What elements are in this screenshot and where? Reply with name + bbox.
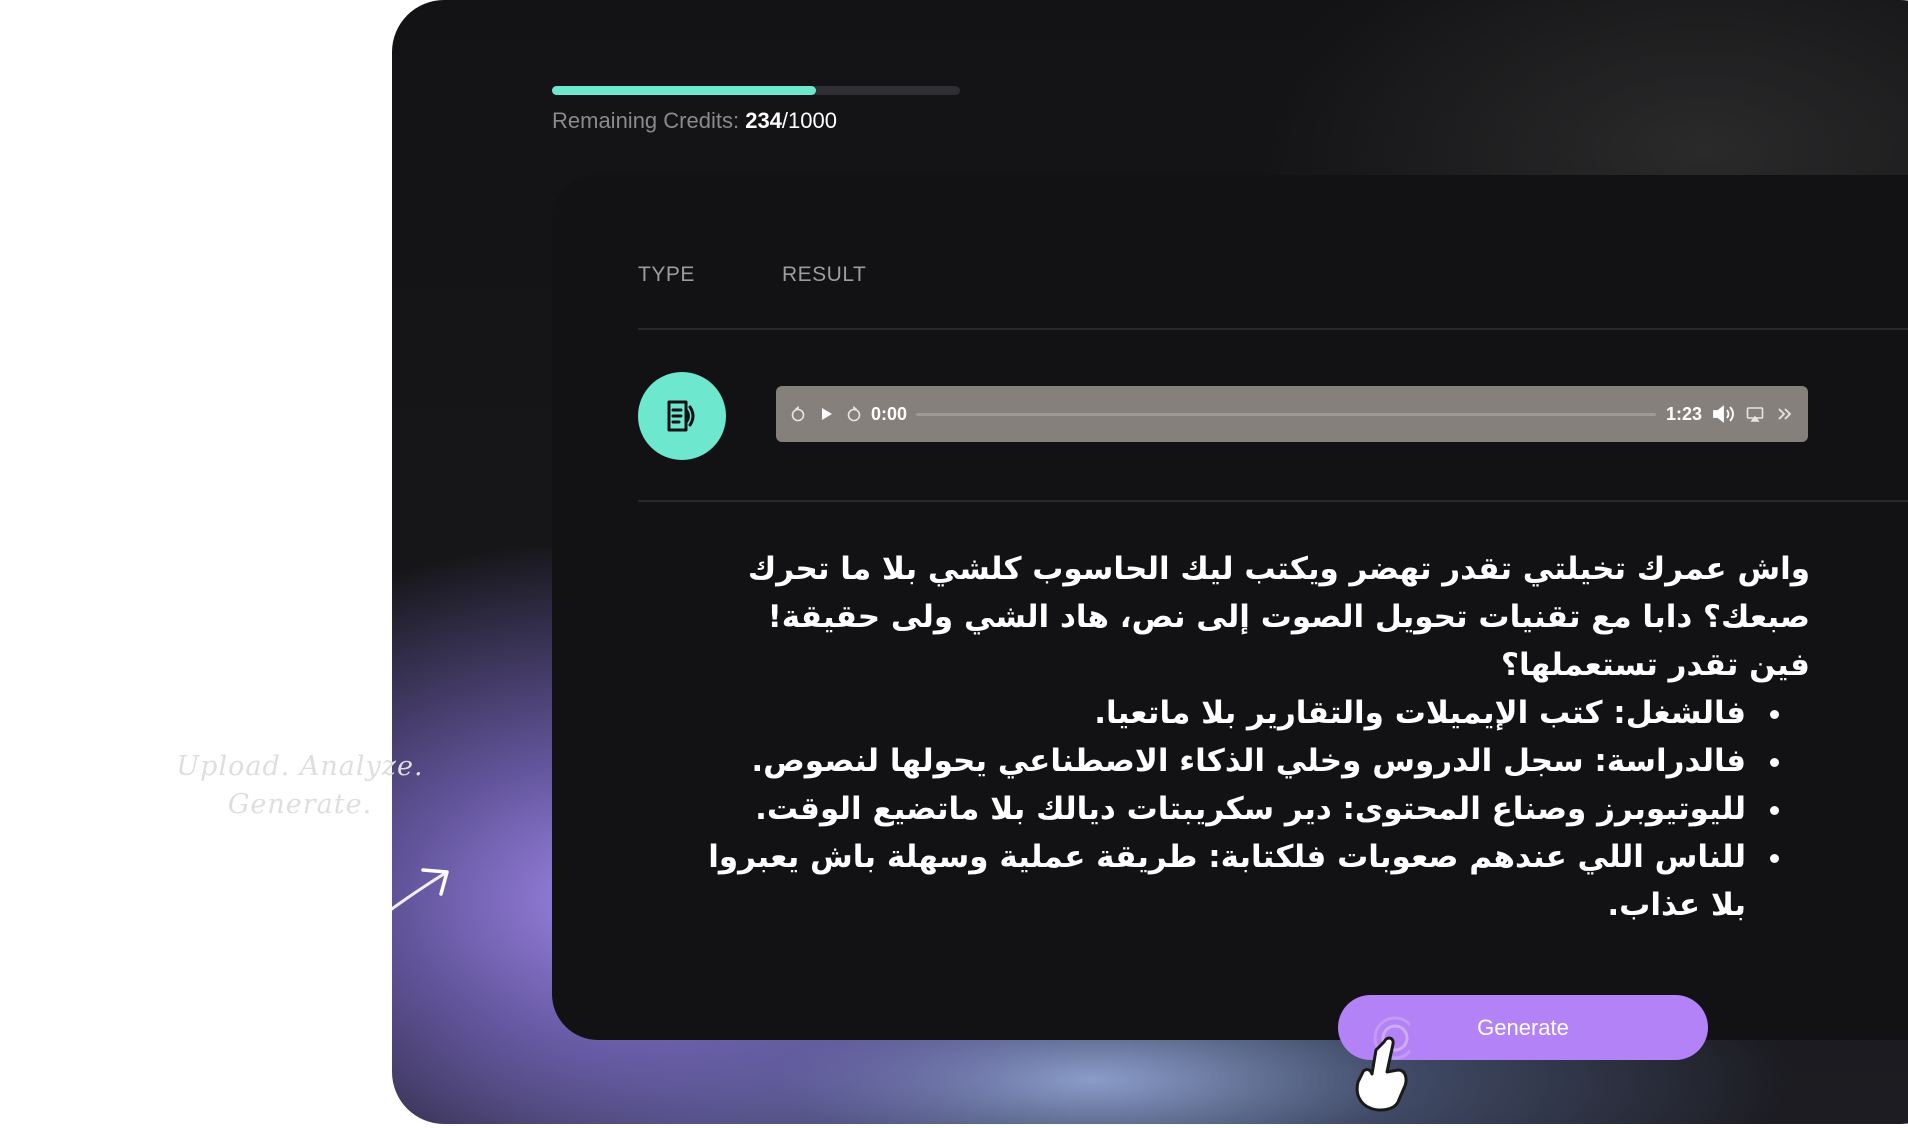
transcript-text: واش عمرك تخيلتي تقدر تهضر ويكتب ليك الحا…	[682, 545, 1810, 929]
remaining-credits: Remaining Credits: 234/1000	[552, 108, 837, 134]
document-audio-icon	[638, 372, 726, 460]
credits-used: 234	[745, 108, 782, 133]
transcript-paragraph: واش عمرك تخيلتي تقدر تهضر ويكتب ليك الحا…	[747, 551, 1810, 635]
tap-hand-icon	[1355, 1016, 1410, 1112]
app-panel: Remaining Credits: 234/1000 TYPE RESULT	[392, 0, 1908, 1124]
player-divider	[638, 500, 1908, 502]
cast-icon[interactable]	[1746, 386, 1764, 442]
transcript-bullet: لليوتيوبرز وصناع المحتوى: دير سكريبتات د…	[682, 785, 1754, 833]
credits-label: Remaining Credits:	[552, 108, 740, 133]
transcript-bullet: فالدراسة: سجل الدروس وخلي الذكاء الاصطنا…	[682, 737, 1754, 785]
audio-player[interactable]: 0:00 1:23	[776, 386, 1808, 442]
transcript-bullet: فالشغل: كتب الإيميلات والتقارير بلا ماتع…	[682, 689, 1754, 737]
forward-icon[interactable]	[846, 386, 862, 442]
transcript-paragraph: فين تقدر تستعملها؟	[1500, 647, 1810, 683]
curved-arrow-icon	[305, 856, 449, 947]
more-icon[interactable]	[1776, 386, 1794, 442]
audio-current-time: 0:00	[871, 403, 908, 424]
rewind-icon[interactable]	[790, 386, 806, 442]
volume-icon[interactable]	[1712, 386, 1736, 442]
credits-progress-fill	[552, 86, 816, 95]
tab-divider	[638, 328, 1908, 330]
result-card: TYPE RESULT 0:00 1:23 واش عمرك تخيلتي تق…	[552, 175, 1908, 1040]
audio-duration: 1:23	[1665, 403, 1702, 424]
tagline: Upload. Analyze. Generate.	[160, 748, 440, 824]
play-icon[interactable]	[818, 386, 834, 442]
credits-progress-bar	[552, 86, 960, 95]
credits-total: /1000	[781, 108, 837, 133]
tab-type[interactable]: TYPE	[638, 263, 695, 287]
audio-scrubber[interactable]	[916, 413, 1656, 416]
transcript-bullet: للناس اللي عندهم صعوبات فلكتابة: طريقة ع…	[682, 833, 1754, 929]
transcript-bullet-list: فالشغل: كتب الإيميلات والتقارير بلا ماتع…	[682, 689, 1810, 929]
tab-result[interactable]: RESULT	[782, 263, 866, 287]
tagline-line-2: Generate.	[227, 789, 373, 820]
tagline-line-1: Upload. Analyze.	[176, 751, 424, 782]
